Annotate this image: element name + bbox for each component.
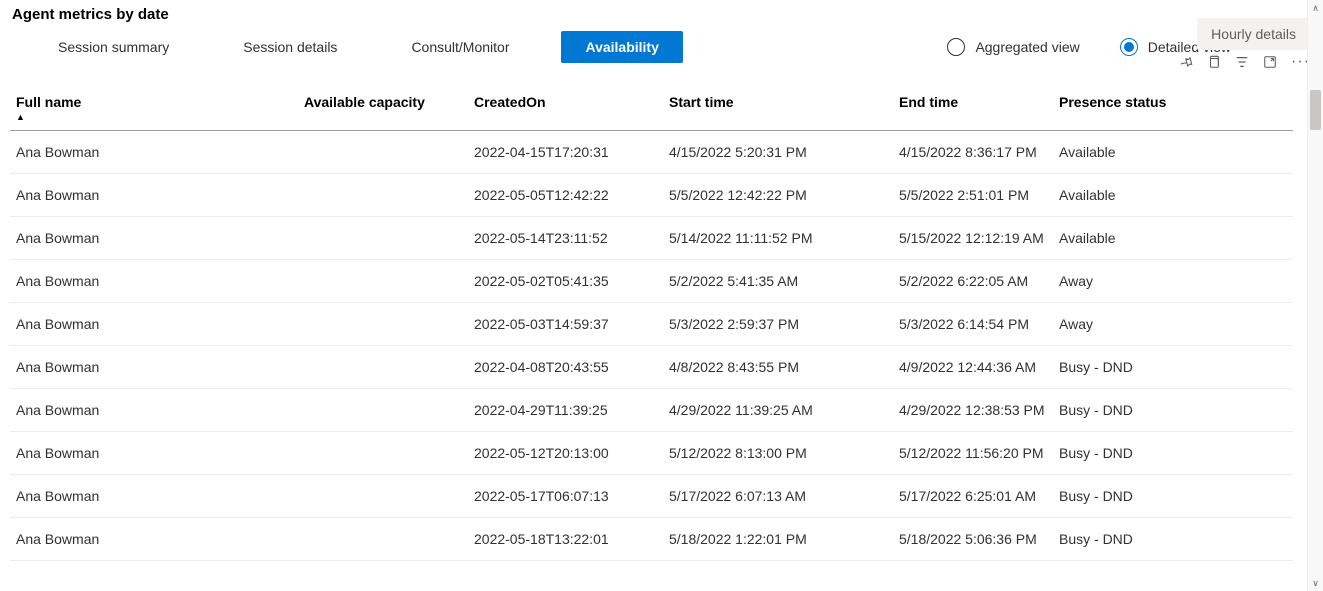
focus-mode-icon[interactable] bbox=[1263, 55, 1277, 69]
cell-full-name: Ana Bowman bbox=[14, 531, 304, 547]
cell-presence-status: Busy - DND bbox=[1059, 445, 1293, 461]
cell-created-on: 2022-04-15T17:20:31 bbox=[474, 144, 669, 160]
cell-start-time: 5/3/2022 2:59:37 PM bbox=[669, 316, 899, 332]
cell-presence-status: Busy - DND bbox=[1059, 402, 1293, 418]
tab-session-details[interactable]: Session details bbox=[221, 31, 359, 63]
table-row[interactable]: Ana Bowman2022-04-29T11:39:254/29/2022 1… bbox=[10, 389, 1293, 432]
cell-full-name: Ana Bowman bbox=[14, 187, 304, 203]
cell-end-time: 4/29/2022 12:38:53 PM bbox=[899, 402, 1059, 418]
copy-icon[interactable] bbox=[1207, 55, 1221, 69]
toolbar-icons: ··· bbox=[1179, 55, 1310, 69]
scroll-up-arrow-icon[interactable]: ∧ bbox=[1308, 0, 1323, 16]
cell-created-on: 2022-05-14T23:11:52 bbox=[474, 230, 669, 246]
col-header-created-on[interactable]: CreatedOn bbox=[474, 94, 669, 122]
cell-full-name: Ana Bowman bbox=[14, 445, 304, 461]
cell-created-on: 2022-05-05T12:42:22 bbox=[474, 187, 669, 203]
filter-icon[interactable] bbox=[1235, 55, 1249, 69]
sort-ascending-icon: ▲ bbox=[16, 112, 304, 122]
cell-full-name: Ana Bowman bbox=[14, 273, 304, 289]
cell-full-name: Ana Bowman bbox=[14, 488, 304, 504]
scroll-thumb[interactable] bbox=[1310, 90, 1321, 130]
cell-full-name: Ana Bowman bbox=[14, 359, 304, 375]
cell-end-time: 5/17/2022 6:25:01 AM bbox=[899, 488, 1059, 504]
cell-start-time: 5/17/2022 6:07:13 AM bbox=[669, 488, 899, 504]
aggregated-view-label: Aggregated view bbox=[975, 39, 1079, 55]
scroll-down-arrow-icon[interactable]: ∨ bbox=[1308, 575, 1323, 591]
cell-full-name: Ana Bowman bbox=[14, 402, 304, 418]
cell-presence-status: Busy - DND bbox=[1059, 488, 1293, 504]
view-toggle-group: Aggregated view Detailed view bbox=[947, 38, 1231, 56]
pin-icon[interactable] bbox=[1179, 55, 1193, 69]
cell-full-name: Ana Bowman bbox=[14, 230, 304, 246]
cell-end-time: 4/15/2022 8:36:17 PM bbox=[899, 144, 1059, 160]
cell-start-time: 5/18/2022 1:22:01 PM bbox=[669, 531, 899, 547]
hourly-details-button[interactable]: Hourly details bbox=[1197, 18, 1310, 50]
cell-full-name: Ana Bowman bbox=[14, 144, 304, 160]
table-body: Ana Bowman 2022-04-15T17:20:314/15/2022 5… bbox=[10, 131, 1293, 561]
cell-presence-status: Available bbox=[1059, 187, 1293, 203]
cell-created-on: 2022-04-29T11:39:25 bbox=[474, 402, 669, 418]
col-header-start-time[interactable]: Start time bbox=[669, 94, 899, 122]
col-header-presence-status[interactable]: Presence status bbox=[1059, 94, 1289, 122]
table-header: Full name ▲ Available capacity CreatedOn… bbox=[10, 86, 1293, 131]
cell-presence-status: Away bbox=[1059, 273, 1293, 289]
radio-icon bbox=[947, 38, 965, 56]
cell-full-name: Ana Bowman bbox=[14, 316, 304, 332]
cell-end-time: 5/2/2022 6:22:05 AM bbox=[899, 273, 1059, 289]
table-row[interactable]: Ana Bowman 2022-05-05T12:42:225/5/2022 12… bbox=[10, 174, 1293, 217]
col-header-end-time[interactable]: End time bbox=[899, 94, 1059, 122]
cell-end-time: 5/15/2022 12:12:19 AM bbox=[899, 230, 1059, 246]
col-header-available-capacity[interactable]: Available capacity bbox=[304, 94, 474, 122]
cell-presence-status: Busy - DND bbox=[1059, 531, 1293, 547]
cell-start-time: 4/15/2022 5:20:31 PM bbox=[669, 144, 899, 160]
col-header-full-name[interactable]: Full name ▲ bbox=[14, 94, 304, 122]
tabs: Session summary Session details Consult/Mo… bbox=[36, 31, 713, 63]
table-row[interactable]: Ana Bowman 2022-05-18T13:22:015/18/2022 1… bbox=[10, 518, 1293, 561]
tab-session-summary[interactable]: Session summary bbox=[36, 31, 191, 63]
table-row[interactable]: Ana Bowman 2022-05-14T23:11:525/14/2022 1… bbox=[10, 217, 1293, 260]
cell-created-on: 2022-05-18T13:22:01 bbox=[474, 531, 669, 547]
data-table: Full name ▲ Available capacity CreatedOn… bbox=[10, 86, 1293, 583]
cell-start-time: 5/14/2022 11:11:52 PM bbox=[669, 230, 899, 246]
cell-start-time: 5/12/2022 8:13:00 PM bbox=[669, 445, 899, 461]
cell-end-time: 4/9/2022 12:44:36 AM bbox=[899, 359, 1059, 375]
cell-start-time: 5/2/2022 5:41:35 AM bbox=[669, 273, 899, 289]
cell-created-on: 2022-04-08T20:43:55 bbox=[474, 359, 669, 375]
table-row[interactable]: Ana Bowman 2022-04-08T20:43:554/8/2022 8:… bbox=[10, 346, 1293, 389]
cell-end-time: 5/5/2022 2:51:01 PM bbox=[899, 187, 1059, 203]
cell-created-on: 2022-05-12T20:13:00 bbox=[474, 445, 669, 461]
cell-created-on: 2022-05-02T05:41:35 bbox=[474, 273, 669, 289]
vertical-scrollbar[interactable]: ∧ ∨ bbox=[1307, 0, 1323, 591]
cell-end-time: 5/18/2022 5:06:36 PM bbox=[899, 531, 1059, 547]
table-row[interactable]: Ana Bowman 2022-05-12T20:13:005/12/2022 8… bbox=[10, 432, 1293, 475]
radio-icon bbox=[1120, 38, 1138, 56]
table-row[interactable]: Ana Bowman 2022-05-02T05:41:355/2/2022 5:… bbox=[10, 260, 1293, 303]
table-row[interactable]: Ana Bowman 2022-05-03T14:59:375/3/2022 2:… bbox=[10, 303, 1293, 346]
tab-consult-monitor[interactable]: Consult/Monitor bbox=[389, 31, 531, 63]
tab-availability[interactable]: Availability bbox=[561, 31, 682, 63]
header-row: Session summary Session details Consult/Mo… bbox=[0, 23, 1323, 71]
cell-presence-status: Busy - DND bbox=[1059, 359, 1293, 375]
cell-start-time: 5/5/2022 12:42:22 PM bbox=[669, 187, 899, 203]
cell-start-time: 4/29/2022 11:39:25 AM bbox=[669, 402, 899, 418]
cell-end-time: 5/12/2022 11:56:20 PM bbox=[899, 445, 1059, 461]
cell-presence-status: Away bbox=[1059, 316, 1293, 332]
cell-created-on: 2022-05-03T14:59:37 bbox=[474, 316, 669, 332]
cell-start-time: 4/8/2022 8:43:55 PM bbox=[669, 359, 899, 375]
cell-presence-status: Available bbox=[1059, 144, 1293, 160]
cell-end-time: 5/3/2022 6:14:54 PM bbox=[899, 316, 1059, 332]
table-row[interactable]: Ana Bowman 2022-04-15T17:20:314/15/2022 5… bbox=[10, 131, 1293, 174]
table-row[interactable]: Ana Bowman2022-05-17T06:07:135/17/2022 6… bbox=[10, 475, 1293, 518]
page-title: Agent metrics by date bbox=[0, 0, 1323, 23]
col-header-label: Full name bbox=[16, 94, 81, 110]
cell-presence-status: Available bbox=[1059, 230, 1293, 246]
cell-created-on: 2022-05-17T06:07:13 bbox=[474, 488, 669, 504]
aggregated-view-radio[interactable]: Aggregated view bbox=[947, 38, 1079, 56]
